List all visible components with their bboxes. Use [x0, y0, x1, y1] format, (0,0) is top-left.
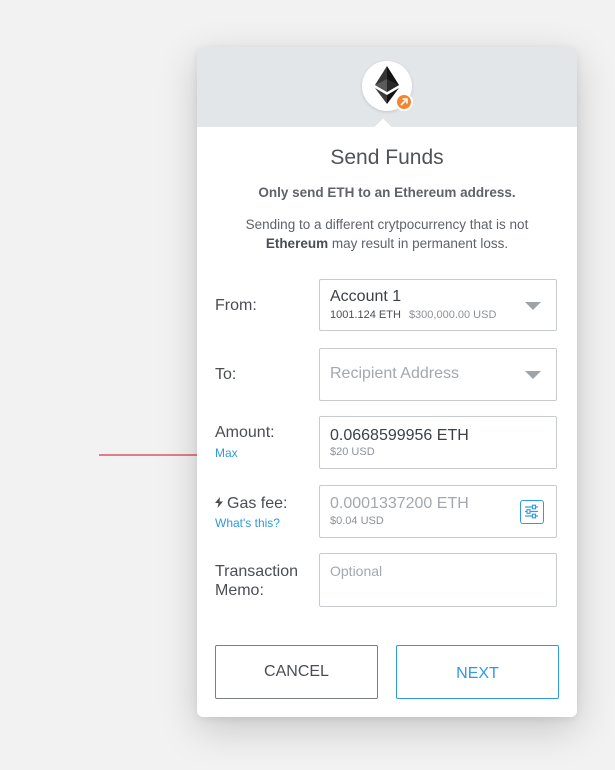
chevron-down-icon	[525, 371, 541, 379]
max-link[interactable]: Max	[215, 446, 238, 460]
next-button[interactable]: NEXT	[396, 645, 559, 699]
warning-text: Sending to a different crytpocurrency th…	[245, 217, 529, 251]
cancel-button[interactable]: CANCEL	[215, 645, 378, 699]
gas-eth-value: 0.0001337200 ETH	[330, 495, 469, 512]
recipient-address-select[interactable]: Recipient Address	[319, 348, 557, 401]
amount-label: Amount:	[215, 424, 275, 441]
memo-input[interactable]: Optional	[319, 553, 557, 607]
annotation-arrow-icon	[99, 450, 210, 460]
sliders-icon[interactable]	[520, 500, 544, 524]
warning-emphasis: Ethereum	[265, 236, 329, 251]
from-account-select[interactable]: Account 1 1001.124 ETH $300,000.00 USD	[319, 279, 557, 331]
chevron-down-icon	[525, 302, 541, 310]
gas-fee-label: Gas fee:	[215, 495, 287, 513]
subtitle: Only send ETH to an Ethereum address.	[258, 185, 516, 200]
account-name: Account 1	[330, 288, 402, 305]
amount-input[interactable]: 0.0668599956 ETH $20 USD	[319, 416, 557, 469]
gas-help-link[interactable]: What's this?	[215, 516, 280, 530]
memo-placeholder: Optional	[330, 563, 383, 579]
lightning-icon	[215, 497, 223, 508]
page-title: Send Funds	[330, 146, 444, 169]
account-balance-eth: 1001.124 ETH	[330, 309, 401, 321]
account-balance-usd: $300,000.00 USD	[408, 309, 497, 321]
recipient-placeholder: Recipient Address	[330, 365, 459, 382]
gas-fee-field: 0.0001337200 ETH $0.04 USD	[319, 485, 557, 538]
amount-usd-value: $20 USD	[330, 446, 375, 458]
send-funds-modal: Send Funds Only send ETH to an Ethereum …	[197, 47, 577, 717]
gas-usd-value: $0.04 USD	[330, 515, 384, 527]
memo-label: Transaction Memo:	[215, 563, 298, 599]
send-arrow-icon	[395, 93, 413, 111]
amount-eth-value: 0.0668599956 ETH	[330, 427, 469, 444]
from-label: From:	[215, 297, 257, 314]
ethereum-icon	[362, 61, 413, 111]
to-label: To:	[215, 366, 237, 383]
